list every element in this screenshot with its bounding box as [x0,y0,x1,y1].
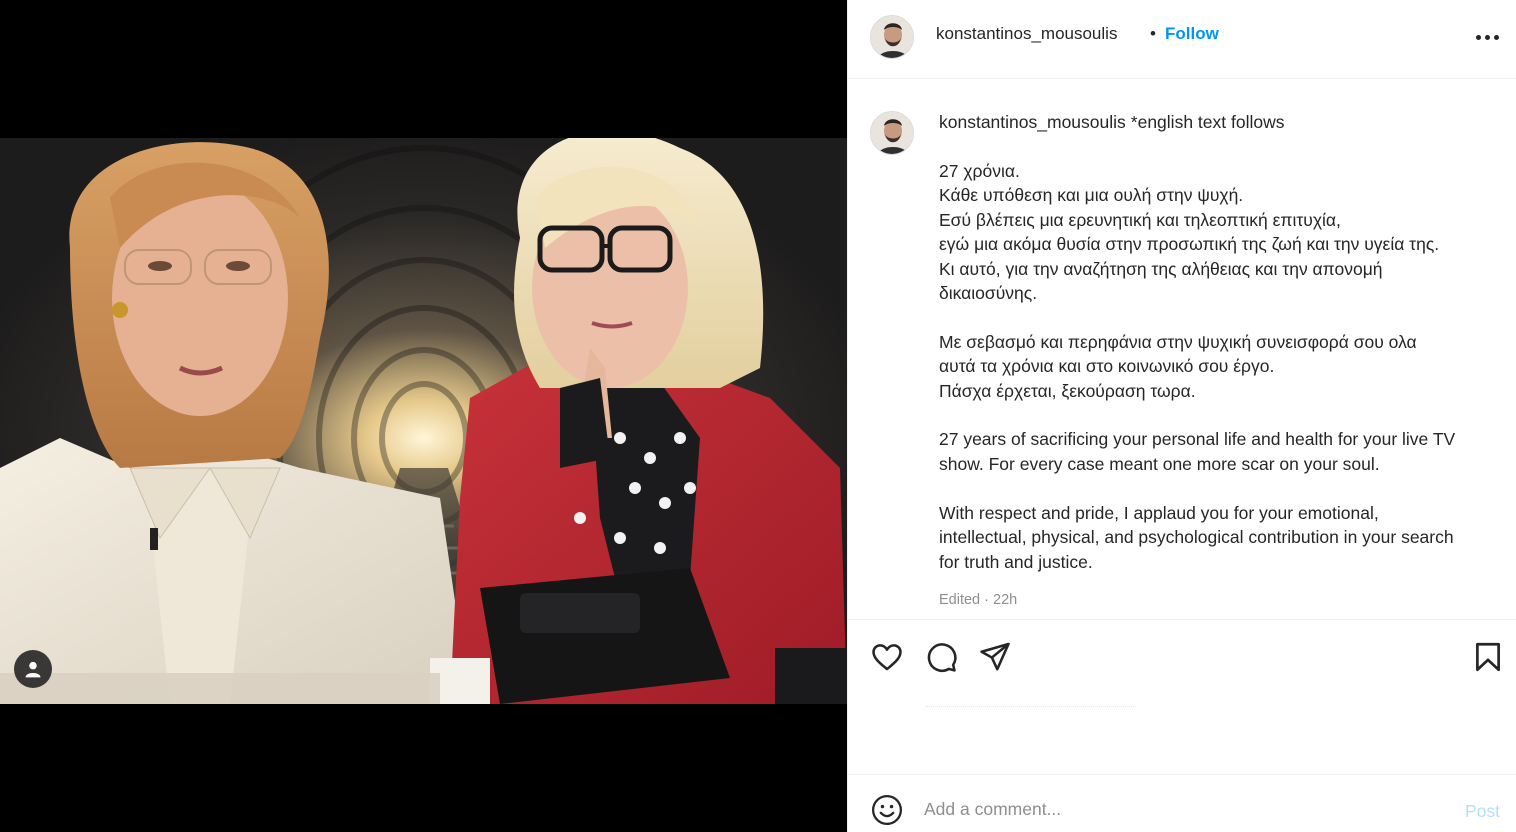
caption-avatar-image [871,112,913,154]
author-username-link[interactable]: konstantinos_mousoulis [936,24,1117,44]
share-button[interactable] [978,640,1012,674]
author-avatar[interactable] [870,15,914,59]
caption-header: konstantinos_mousoulis *english text foll… [939,112,1284,133]
post-timestamp[interactable]: Edited · 22h [939,592,1017,608]
post-media [0,0,847,832]
post-image-illustration [0,138,847,704]
separator-dot: • [1150,24,1156,43]
comment-input[interactable] [924,791,1444,827]
post-caption: konstantinos_mousoulis *english text foll… [848,80,1516,618]
paper-plane-icon [980,642,1010,671]
caption-username-link[interactable]: konstantinos_mousoulis [939,112,1126,132]
author-avatar-image [871,16,913,58]
more-dot [1484,34,1490,40]
heart-icon [872,644,902,671]
save-button[interactable] [1471,640,1505,674]
more-dot [1493,34,1499,40]
post-image[interactable] [0,138,847,704]
post-side-panel: konstantinos_mousoulis • Follow konstant… [847,0,1516,832]
bookmark-icon [1476,642,1500,672]
follow-button[interactable]: Follow [1165,24,1219,44]
caption-note: *english text follows [1130,112,1285,132]
action-bar [848,619,1516,769]
user-tag-icon [25,661,41,678]
emoji-smile-icon [871,794,903,826]
post-comment-button[interactable]: Post [1465,801,1500,822]
caption-author-avatar[interactable] [870,111,914,155]
more-options-button[interactable] [1470,25,1504,49]
comment-composer: Post [848,774,1516,832]
emoji-button[interactable] [870,793,904,827]
more-horizontal-icon [1475,34,1481,40]
user-tag-button[interactable] [14,650,52,688]
like-button[interactable] [870,640,904,674]
likes-placeholder [926,706,1136,708]
post-header: konstantinos_mousoulis • Follow [848,0,1516,79]
comment-bubble-icon [927,643,957,673]
caption-text: 27 χρόνια. Κάθε υπόθεση και μια ουλή στη… [939,161,1456,572]
comment-button[interactable] [924,640,958,674]
